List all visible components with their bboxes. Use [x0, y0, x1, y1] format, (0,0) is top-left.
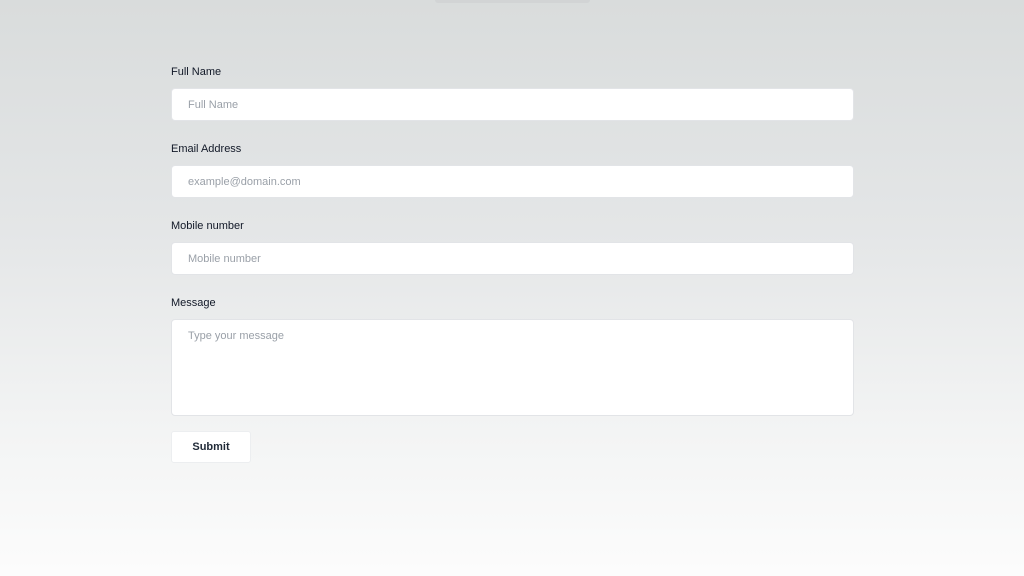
message-label: Message	[171, 297, 216, 309]
full-name-label: Full Name	[171, 66, 222, 78]
contact-form: Full Name Email Address Mobile number Me…	[171, 64, 854, 463]
email-input[interactable]	[171, 165, 854, 198]
message-textarea[interactable]	[171, 319, 854, 416]
submit-button[interactable]: Submit	[171, 431, 251, 463]
mobile-number-input[interactable]	[171, 242, 854, 275]
top-edge-shadow	[435, 0, 590, 3]
mobile-number-label: Mobile number	[171, 220, 244, 232]
full-name-input[interactable]	[171, 88, 854, 121]
email-label: Email Address	[171, 143, 242, 155]
